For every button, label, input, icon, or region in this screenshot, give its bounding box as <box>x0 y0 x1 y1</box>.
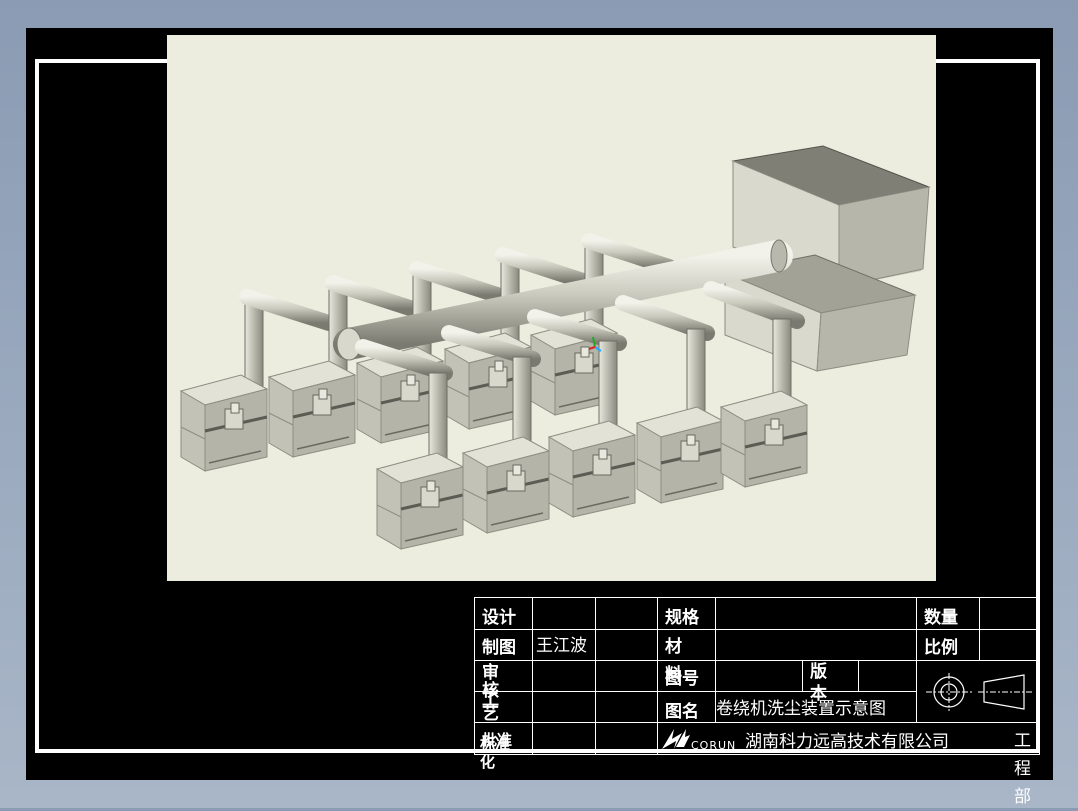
projection-symbol-icon <box>926 673 1034 711</box>
spec-label: 规格 <box>665 608 699 628</box>
dust-removal-device-model <box>179 145 931 551</box>
3d-model-viewport[interactable] <box>167 35 936 581</box>
company-logo-text: CORUN <box>691 739 737 752</box>
title-block: 设计 制图 王江波 审核 工艺 批准 标准化 规格 材料 图号 版本 图名 卷绕… <box>474 597 1040 807</box>
drawer-name: 王江波 <box>536 636 587 656</box>
quantity-label: 数量 <box>924 608 958 628</box>
drawing-no-label: 图号 <box>665 669 699 689</box>
scale-label: 比例 <box>924 638 958 658</box>
standard-label: 标准化 <box>480 735 511 771</box>
department-label: 工程部 <box>1014 731 1031 807</box>
craft-label: 工艺 <box>482 690 499 724</box>
company-logo-icon <box>662 729 690 749</box>
drawing-label: 制图 <box>482 638 516 658</box>
company-name: 湖南科力远高技术有限公司 <box>745 732 949 752</box>
design-label: 设计 <box>482 608 516 628</box>
drawing-name: 卷绕机洗尘装置示意图 <box>716 699 886 719</box>
drawing-name-label: 图名 <box>665 702 699 722</box>
